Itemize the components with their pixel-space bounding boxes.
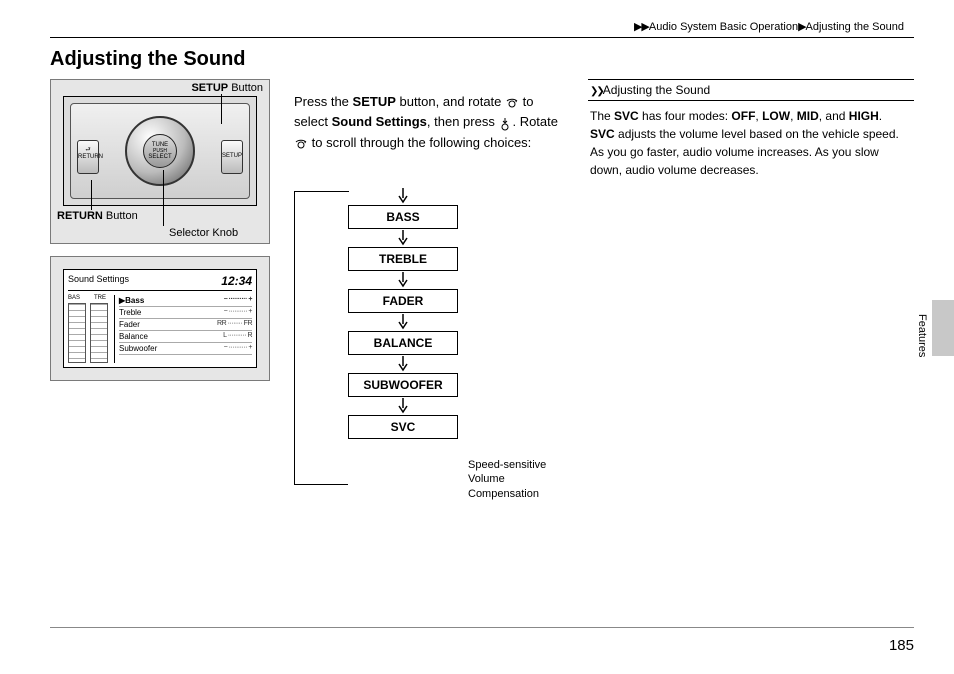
- flow-treble: TREBLE: [348, 247, 458, 271]
- setup-label-suffix: Button: [228, 82, 263, 94]
- return-label-suffix: Button: [103, 210, 138, 222]
- breadcrumb-chapter: Audio System Basic Operation: [649, 21, 798, 33]
- note-body: The SVC has four modes: OFF, LOW, MID, a…: [588, 101, 914, 179]
- breadcrumb: ▶▶Audio System Basic Operation▶Adjusting…: [50, 20, 914, 33]
- page-number: 185: [889, 637, 914, 654]
- return-button-graphic: ⮐ RETURN: [77, 140, 99, 174]
- setup-label-bold: SETUP: [191, 82, 228, 94]
- rotate-icon: [505, 93, 519, 113]
- flow-fader: FADER: [348, 289, 458, 313]
- press-icon: [498, 113, 512, 133]
- selector-knob-graphic: TUNE PUSH SELECT: [125, 116, 195, 186]
- breadcrumb-section: Adjusting the Sound: [806, 21, 904, 33]
- side-tab: [932, 300, 954, 356]
- eq-graphic: BAS TRE: [68, 295, 108, 363]
- svc-caption: Speed-sensitive Volume Compensation: [468, 458, 564, 501]
- screen-illustration: Sound Settings 12:34 BAS TRE: [50, 256, 270, 381]
- instruction-text: Press the SETUP button, and rotate to se…: [294, 92, 564, 153]
- screen-title-text: Sound Settings: [68, 274, 129, 288]
- flow-balance: BALANCE: [348, 331, 458, 355]
- flow-diagram: BASS TREBLE FADER BALANCE SUBWOOFER SVC …: [294, 187, 564, 507]
- selector-knob-label: Selector Knob: [169, 227, 238, 239]
- page-title: Adjusting the Sound: [50, 48, 914, 71]
- rotate-icon: [294, 133, 308, 153]
- screen-menu: ▶Bass− ·········· + Treble− ·········· +…: [114, 295, 252, 363]
- return-label-bold: RETURN: [57, 210, 103, 222]
- control-panel-illustration: SETUP Button ⮐ RETURN TUNE PUSH SELECT: [50, 79, 270, 244]
- note-header: ❯❯Adjusting the Sound: [588, 79, 914, 101]
- side-tab-label: Features: [916, 314, 928, 357]
- screen-time: 12:34: [221, 274, 252, 288]
- flow-subwoofer: SUBWOOFER: [348, 373, 458, 397]
- flow-bass: BASS: [348, 205, 458, 229]
- flow-svc: SVC: [348, 415, 458, 439]
- setup-button-graphic: SETUP: [221, 140, 243, 174]
